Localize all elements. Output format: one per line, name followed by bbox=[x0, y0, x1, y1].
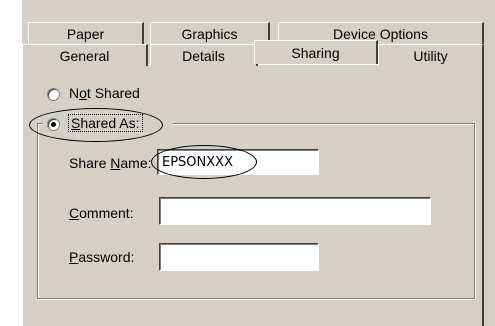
tab-paper-label: Paper bbox=[66, 25, 105, 42]
not-shared-label[interactable]: Not Shared bbox=[69, 85, 140, 101]
tab-details-label: Details bbox=[182, 47, 225, 64]
tab-utility-label: Utility bbox=[413, 47, 448, 64]
password-field[interactable] bbox=[159, 243, 319, 271]
password-label: Password: bbox=[69, 249, 135, 265]
properties-dialog: Paper Graphics Device Options General De… bbox=[22, 0, 495, 326]
tab-utility[interactable]: Utility bbox=[378, 44, 484, 66]
comment-label: Comment: bbox=[69, 205, 134, 221]
tab-graphics[interactable]: Graphics bbox=[150, 22, 270, 44]
tab-graphics-label: Graphics bbox=[181, 25, 238, 42]
share-name-highlight-ellipse bbox=[151, 145, 257, 179]
tab-details[interactable]: Details bbox=[150, 44, 258, 66]
tab-sharing[interactable]: Sharing bbox=[254, 40, 378, 64]
tab-sharing-label: Sharing bbox=[291, 44, 340, 61]
tab-general-label: General bbox=[59, 47, 110, 64]
printer-properties-window: { "tabs": { "row1": [ {"label": "Paper"}… bbox=[0, 0, 495, 326]
shared-as-highlight-ellipse bbox=[29, 108, 163, 142]
not-shared-radio[interactable] bbox=[47, 88, 60, 101]
share-name-label: Share Name: bbox=[69, 155, 152, 171]
sharing-panel: Not Shared Shared As: Share Name: EPSONX… bbox=[22, 64, 484, 326]
comment-field[interactable] bbox=[159, 197, 431, 225]
tab-paper[interactable]: Paper bbox=[28, 22, 144, 44]
tab-general[interactable]: General bbox=[22, 44, 148, 66]
